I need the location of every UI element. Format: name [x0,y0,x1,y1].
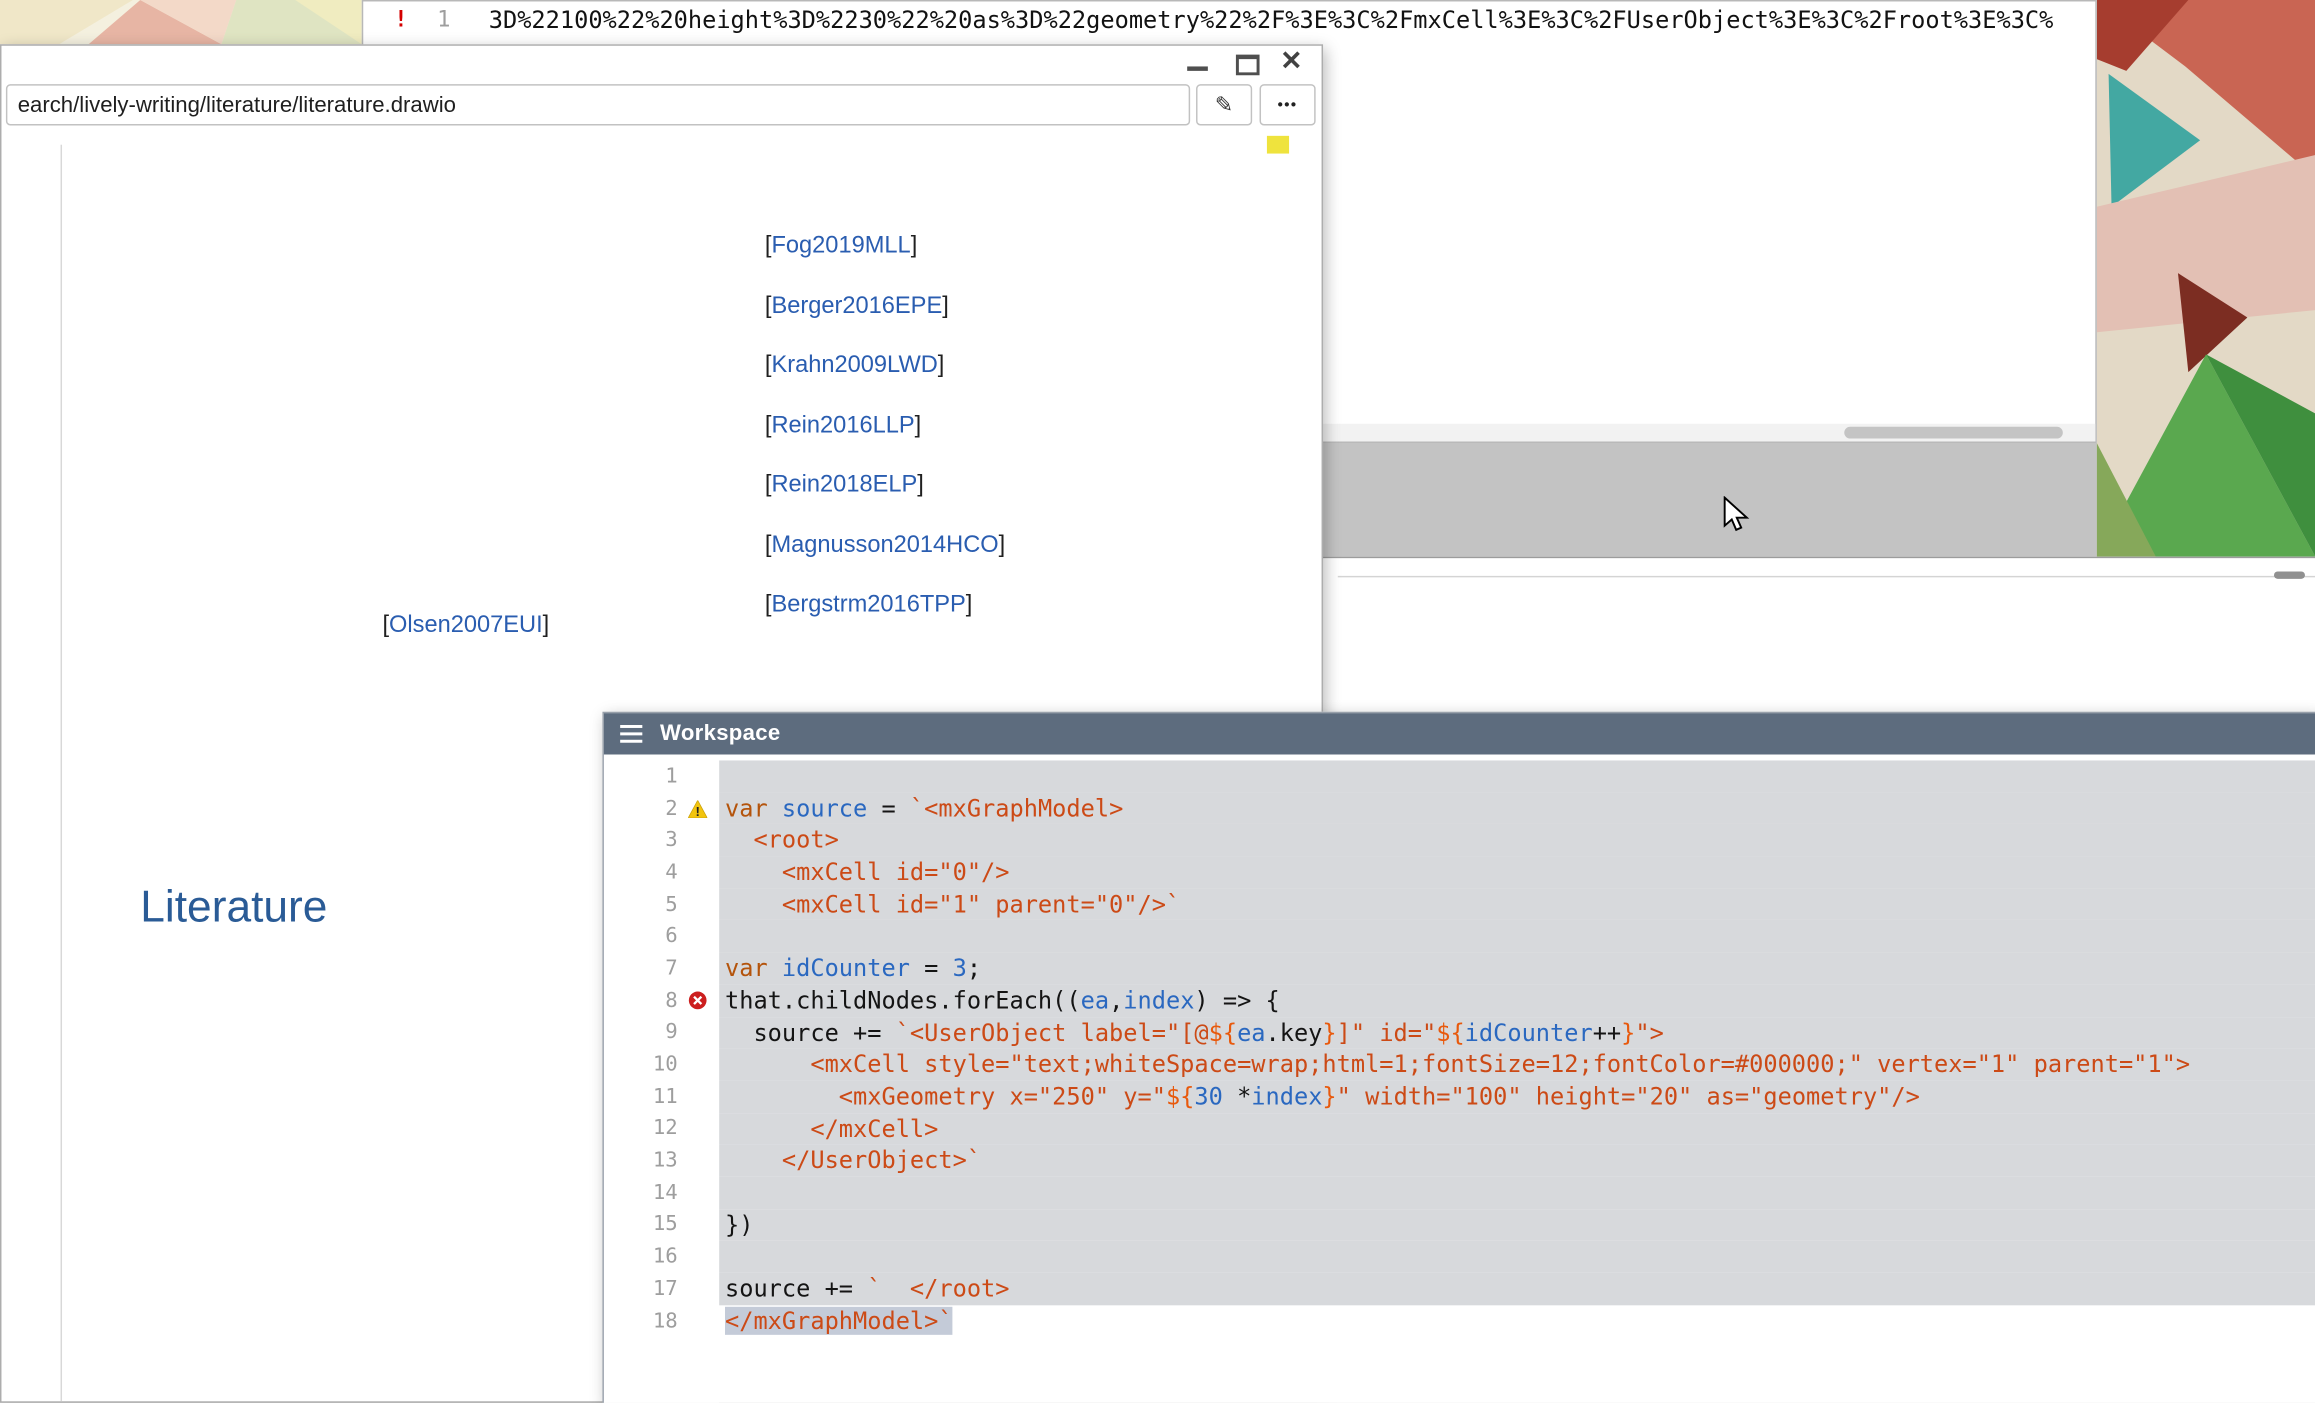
code-line[interactable]: source += ` </root> [719,1273,2315,1305]
error-icon [687,991,706,1010]
line-number: 5 [604,893,678,917]
code-line[interactable] [719,1177,2315,1209]
svg-text:!: ! [695,803,699,817]
window-title: Workspace [660,713,780,754]
citation-link-olsen[interactable]: [Olsen2007EUI] [382,613,549,640]
line-number: 13 [604,1149,678,1173]
line-number: 8 [604,989,678,1013]
scrollbar-thumb[interactable] [1844,427,2063,439]
citation-link[interactable]: [Magnusson2014HCO] [765,532,1005,559]
scrollbar-thumb[interactable] [2274,571,2305,578]
desktop: ! 1 3D%22100%22%20height%3D%2230%22%20as… [0,0,2315,1403]
line-number: 16 [604,1245,678,1269]
line-number: 10 [604,1053,678,1077]
code-line[interactable]: var idCounter = 3; [719,953,2315,985]
menu-icon[interactable] [620,725,642,743]
maximize-icon[interactable] [1236,55,1260,76]
edit-button[interactable]: ✎ [1196,84,1252,125]
code-line[interactable]: </mxGraphModel>` [719,1305,2315,1337]
line-number: 18 [604,1309,678,1333]
line-number: 1 [604,765,678,789]
line-number: 1 [437,6,450,33]
line-number: 15 [604,1213,678,1237]
citation-link[interactable]: [Rein2016LLP] [765,413,921,440]
code-line[interactable]: }) [719,1209,2315,1241]
code-line[interactable]: <mxGeometry x="250" y="${30 *index}" wid… [719,1081,2315,1113]
line-number: 3 [604,829,678,853]
wallpaper-pattern [0,0,362,44]
citation-link[interactable]: [Bergstrm2016TPP] [765,592,972,619]
workspace-window: Workspace 12!3456789101112131415161718 v… [602,712,2315,1403]
citation-link[interactable]: [Berger2016EPE] [765,293,949,320]
line-number: 17 [604,1277,678,1301]
highlight-marker [1267,136,1289,154]
code-line[interactable]: <mxCell style="text;whiteSpace=wrap;html… [719,1049,2315,1081]
workspace-gutter: 12!3456789101112131415161718 [604,755,719,1403]
wallpaper-pattern [2097,0,2315,557]
more-options-button[interactable]: ••• [1260,84,1316,125]
citation-list: [Fog2019MLL][Berger2016EPE][Krahn2009LWD… [765,233,766,234]
citation-link[interactable]: [Fog2019MLL] [765,233,917,260]
line-number: 2 [604,797,678,821]
line-number: 6 [604,925,678,949]
citation-link[interactable]: [Krahn2009LWD] [765,353,944,380]
code-editor[interactable]: 12!3456789101112131415161718 var source … [604,755,2315,1403]
divider-line [1338,576,2315,577]
line-number: 11 [604,1085,678,1109]
code-line[interactable]: <mxCell id="1" parent="0"/>` [719,889,2315,921]
mouse-cursor-icon [1722,496,1754,534]
line-number: 12 [604,1117,678,1141]
line-number: 7 [604,957,678,981]
code-line[interactable]: </mxCell> [719,1113,2315,1145]
file-path-input[interactable]: earch/lively-writing/literature/literatu… [6,84,1190,125]
workspace-code-area[interactable]: var source = `<mxGraphModel> <root> <mxC… [719,755,2315,1403]
pencil-icon: ✎ [1215,92,1234,119]
code-line[interactable]: </UserObject>` [719,1145,2315,1177]
line-number: 4 [604,861,678,885]
code-line[interactable]: source += `<UserObject label="[@${ea.key… [719,1017,2315,1049]
code-line[interactable]: that.childNodes.forEach((ea,index) => { [719,985,2315,1017]
citation-link[interactable]: [Rein2018ELP] [765,473,924,500]
code-line[interactable]: <root> [719,824,2315,856]
code-line[interactable]: var source = `<mxGraphModel> [719,792,2315,824]
code-line[interactable] [719,1241,2315,1273]
line-number: 14 [604,1181,678,1205]
close-icon[interactable]: ✕ [1280,46,1302,77]
encoded-source-line[interactable]: 3D%22100%22%20height%3D%2230%22%20as%3D%… [489,4,2093,36]
diagram-title: Literature [140,883,327,933]
code-line[interactable]: <mxCell id="0"/> [719,857,2315,889]
line-number: 9 [604,1021,678,1045]
error-marker: ! [394,6,407,33]
code-line[interactable] [719,760,2315,792]
warning-icon: ! [687,800,706,818]
minimize-icon[interactable] [1187,66,1208,70]
workspace-titlebar[interactable]: Workspace [604,713,2315,754]
pane-divider [61,145,62,1402]
ellipsis-icon: ••• [1278,97,1298,113]
code-line[interactable] [719,921,2315,953]
